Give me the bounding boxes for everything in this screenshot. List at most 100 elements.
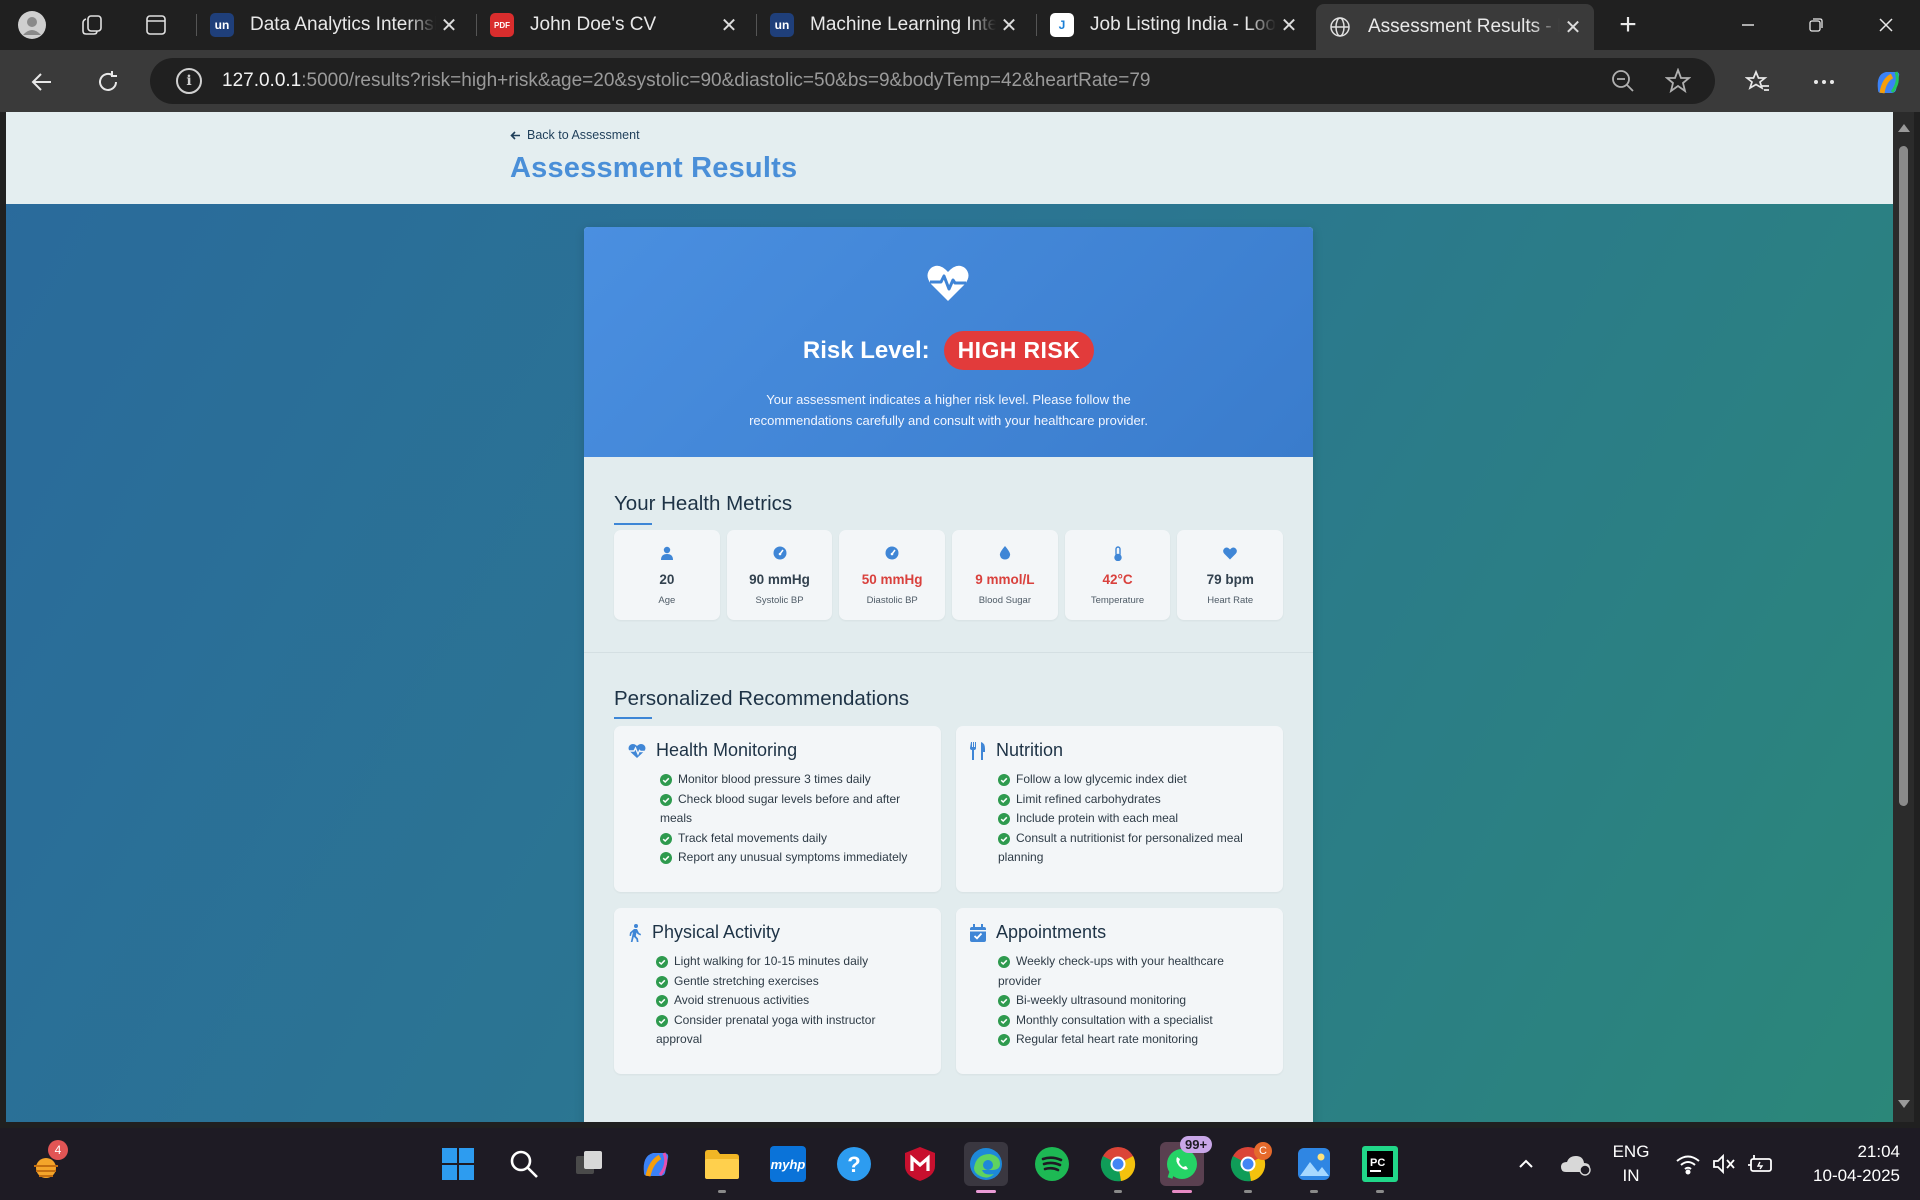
thermometer-icon xyxy=(1113,544,1123,562)
edge-icon[interactable] xyxy=(964,1142,1008,1186)
clock-date[interactable]: 10-04-2025 xyxy=(1790,1164,1900,1188)
photos-icon[interactable] xyxy=(1292,1142,1336,1186)
recommendation-appointments: Appointments Weekly check-ups with your … xyxy=(956,908,1283,1074)
restore-icon[interactable] xyxy=(1796,10,1836,40)
list-item: Include protein with each meal xyxy=(998,809,1266,829)
clock[interactable]: 21:04 10-04-2025 xyxy=(1790,1140,1900,1188)
check-circle-icon xyxy=(998,813,1010,825)
whatsapp-icon[interactable]: 99+ xyxy=(1160,1136,1213,1186)
tab-job-listing[interactable]: J Job Listing India - Looking ✕ xyxy=(1038,6,1310,44)
tab-assessment-results[interactable]: Assessment Results - Pregnancy ✕ xyxy=(1316,4,1594,50)
tab-data-analytics[interactable]: un Data Analytics Internship ✕ xyxy=(198,6,470,44)
zoom-out-icon[interactable] xyxy=(1610,68,1636,94)
metric-label: Heart Rate xyxy=(1207,595,1254,606)
section-underline xyxy=(614,523,652,525)
refresh-icon[interactable] xyxy=(90,64,126,100)
metric-label: Age xyxy=(658,595,676,606)
clock-time[interactable]: 21:04 xyxy=(1790,1140,1900,1164)
new-tab-button[interactable]: + xyxy=(1608,8,1648,41)
gauge-icon xyxy=(885,544,899,562)
url-field[interactable]: i 127.0.0.1:5000/results?risk=high+risk&… xyxy=(150,58,1715,104)
check-circle-icon xyxy=(998,995,1010,1007)
search-icon[interactable] xyxy=(502,1142,546,1186)
check-circle-icon xyxy=(660,852,672,864)
pycharm-icon[interactable]: PC xyxy=(1358,1142,1402,1186)
active-indicator xyxy=(1172,1190,1192,1193)
scrollbar-thumb[interactable] xyxy=(1899,146,1908,806)
recommendation-health-monitoring: Health Monitoring Monitor blood pressure… xyxy=(614,726,941,892)
site-info-icon[interactable]: i xyxy=(176,68,202,94)
widgets-icon[interactable]: 4 xyxy=(24,1140,68,1186)
myhp-icon[interactable]: myhp xyxy=(766,1142,810,1186)
list-item: Gentle stretching exercises xyxy=(656,972,924,992)
svg-text:?: ? xyxy=(847,1152,860,1177)
chevron-up-icon[interactable] xyxy=(1504,1142,1548,1186)
onedrive-icon[interactable] xyxy=(1554,1142,1598,1186)
language-indicator[interactable]: ENG IN xyxy=(1606,1140,1656,1188)
battery-icon[interactable] xyxy=(1738,1142,1782,1186)
tab-close-icon[interactable]: ✕ xyxy=(716,13,742,38)
file-explorer-icon[interactable] xyxy=(700,1142,744,1186)
spotify-icon[interactable] xyxy=(1030,1142,1074,1186)
close-window-icon[interactable] xyxy=(1866,10,1906,40)
minimize-icon[interactable] xyxy=(1728,10,1768,40)
unstop-favicon-icon: un xyxy=(210,13,234,37)
tab-close-icon[interactable]: ✕ xyxy=(1560,15,1586,40)
risk-level-badge: HIGH RISK xyxy=(943,331,1095,370)
metric-value: 9 mmol/L xyxy=(975,572,1035,587)
gauge-icon xyxy=(773,544,787,562)
workspaces-icon[interactable] xyxy=(76,9,108,41)
tab-title: Data Analytics Internship xyxy=(250,14,436,35)
help-icon[interactable]: ? xyxy=(832,1142,876,1186)
mcafee-icon[interactable] xyxy=(898,1142,942,1186)
heartbeat-icon xyxy=(628,743,646,758)
list-item: Bi-weekly ultrasound monitoring xyxy=(998,991,1266,1011)
profile-avatar-icon[interactable] xyxy=(16,9,48,41)
page-viewport: Back to Assessment Assessment Results Ri… xyxy=(6,112,1893,1122)
chrome-profile-icon[interactable]: C xyxy=(1226,1142,1272,1186)
address-bar: i 127.0.0.1:5000/results?risk=high+risk&… xyxy=(0,50,1920,112)
tab-cv[interactable]: PDF John Doe's CV ✕ xyxy=(478,6,750,44)
svg-text:myhp: myhp xyxy=(771,1157,806,1172)
list-item: Report any unusual symptoms immediately xyxy=(660,848,920,868)
taskbar: 4 myhp ? 99+ C PC ENG IN 21:04 10-04-202… xyxy=(0,1128,1920,1200)
globe-icon xyxy=(1328,15,1352,39)
more-options-icon[interactable] xyxy=(1806,64,1842,100)
list-item: Follow a low glycemic index diet xyxy=(998,770,1266,790)
metric-label: Systolic BP xyxy=(755,595,804,606)
check-circle-icon xyxy=(656,995,668,1007)
scroll-down-icon[interactable] xyxy=(1898,1100,1910,1108)
metric-diastolic-bp: 50 mmHg Diastolic BP xyxy=(839,530,946,620)
page-scrollbar[interactable] xyxy=(1893,112,1914,1122)
chrome-icon[interactable] xyxy=(1096,1142,1140,1186)
running-indicator xyxy=(1244,1190,1252,1193)
chrome-profile-badge: C xyxy=(1254,1142,1272,1160)
risk-summary: Risk Level: HIGH RISK Your assessment in… xyxy=(584,227,1313,457)
tab-close-icon[interactable]: ✕ xyxy=(436,13,462,38)
favorite-star-icon[interactable] xyxy=(1665,68,1691,94)
vertical-tabs-icon[interactable] xyxy=(140,9,172,41)
list-item: Light walking for 10-15 minutes daily xyxy=(656,952,924,972)
check-circle-icon xyxy=(656,975,668,988)
copilot-taskbar-icon[interactable] xyxy=(634,1142,678,1186)
tab-machine-learning[interactable]: un Machine Learning Internship ✕ xyxy=(758,6,1030,44)
task-view-icon[interactable] xyxy=(568,1142,612,1186)
back-to-assessment-link[interactable]: Back to Assessment xyxy=(510,128,640,142)
active-indicator xyxy=(976,1190,996,1193)
metric-temperature: 42°C Temperature xyxy=(1064,530,1171,620)
url-text[interactable]: 127.0.0.1:5000/results?risk=high+risk&ag… xyxy=(222,70,1150,92)
arrow-left-icon xyxy=(510,130,520,140)
back-link-label[interactable]: Back to Assessment xyxy=(527,128,640,142)
tab-close-icon[interactable]: ✕ xyxy=(1276,13,1302,38)
favorites-icon[interactable] xyxy=(1740,64,1776,100)
metric-blood-sugar: 9 mmol/L Blood Sugar xyxy=(952,530,1058,620)
start-icon[interactable] xyxy=(436,1142,480,1186)
list-item: Regular fetal heart rate monitoring xyxy=(998,1030,1266,1050)
tab-close-icon[interactable]: ✕ xyxy=(996,13,1022,38)
running-indicator xyxy=(1114,1190,1122,1193)
scroll-up-icon[interactable] xyxy=(1898,124,1910,132)
copilot-icon[interactable] xyxy=(1870,64,1906,100)
running-indicator xyxy=(1310,1190,1318,1193)
back-arrow-icon[interactable] xyxy=(24,64,60,100)
calendar-check-icon xyxy=(970,923,986,942)
